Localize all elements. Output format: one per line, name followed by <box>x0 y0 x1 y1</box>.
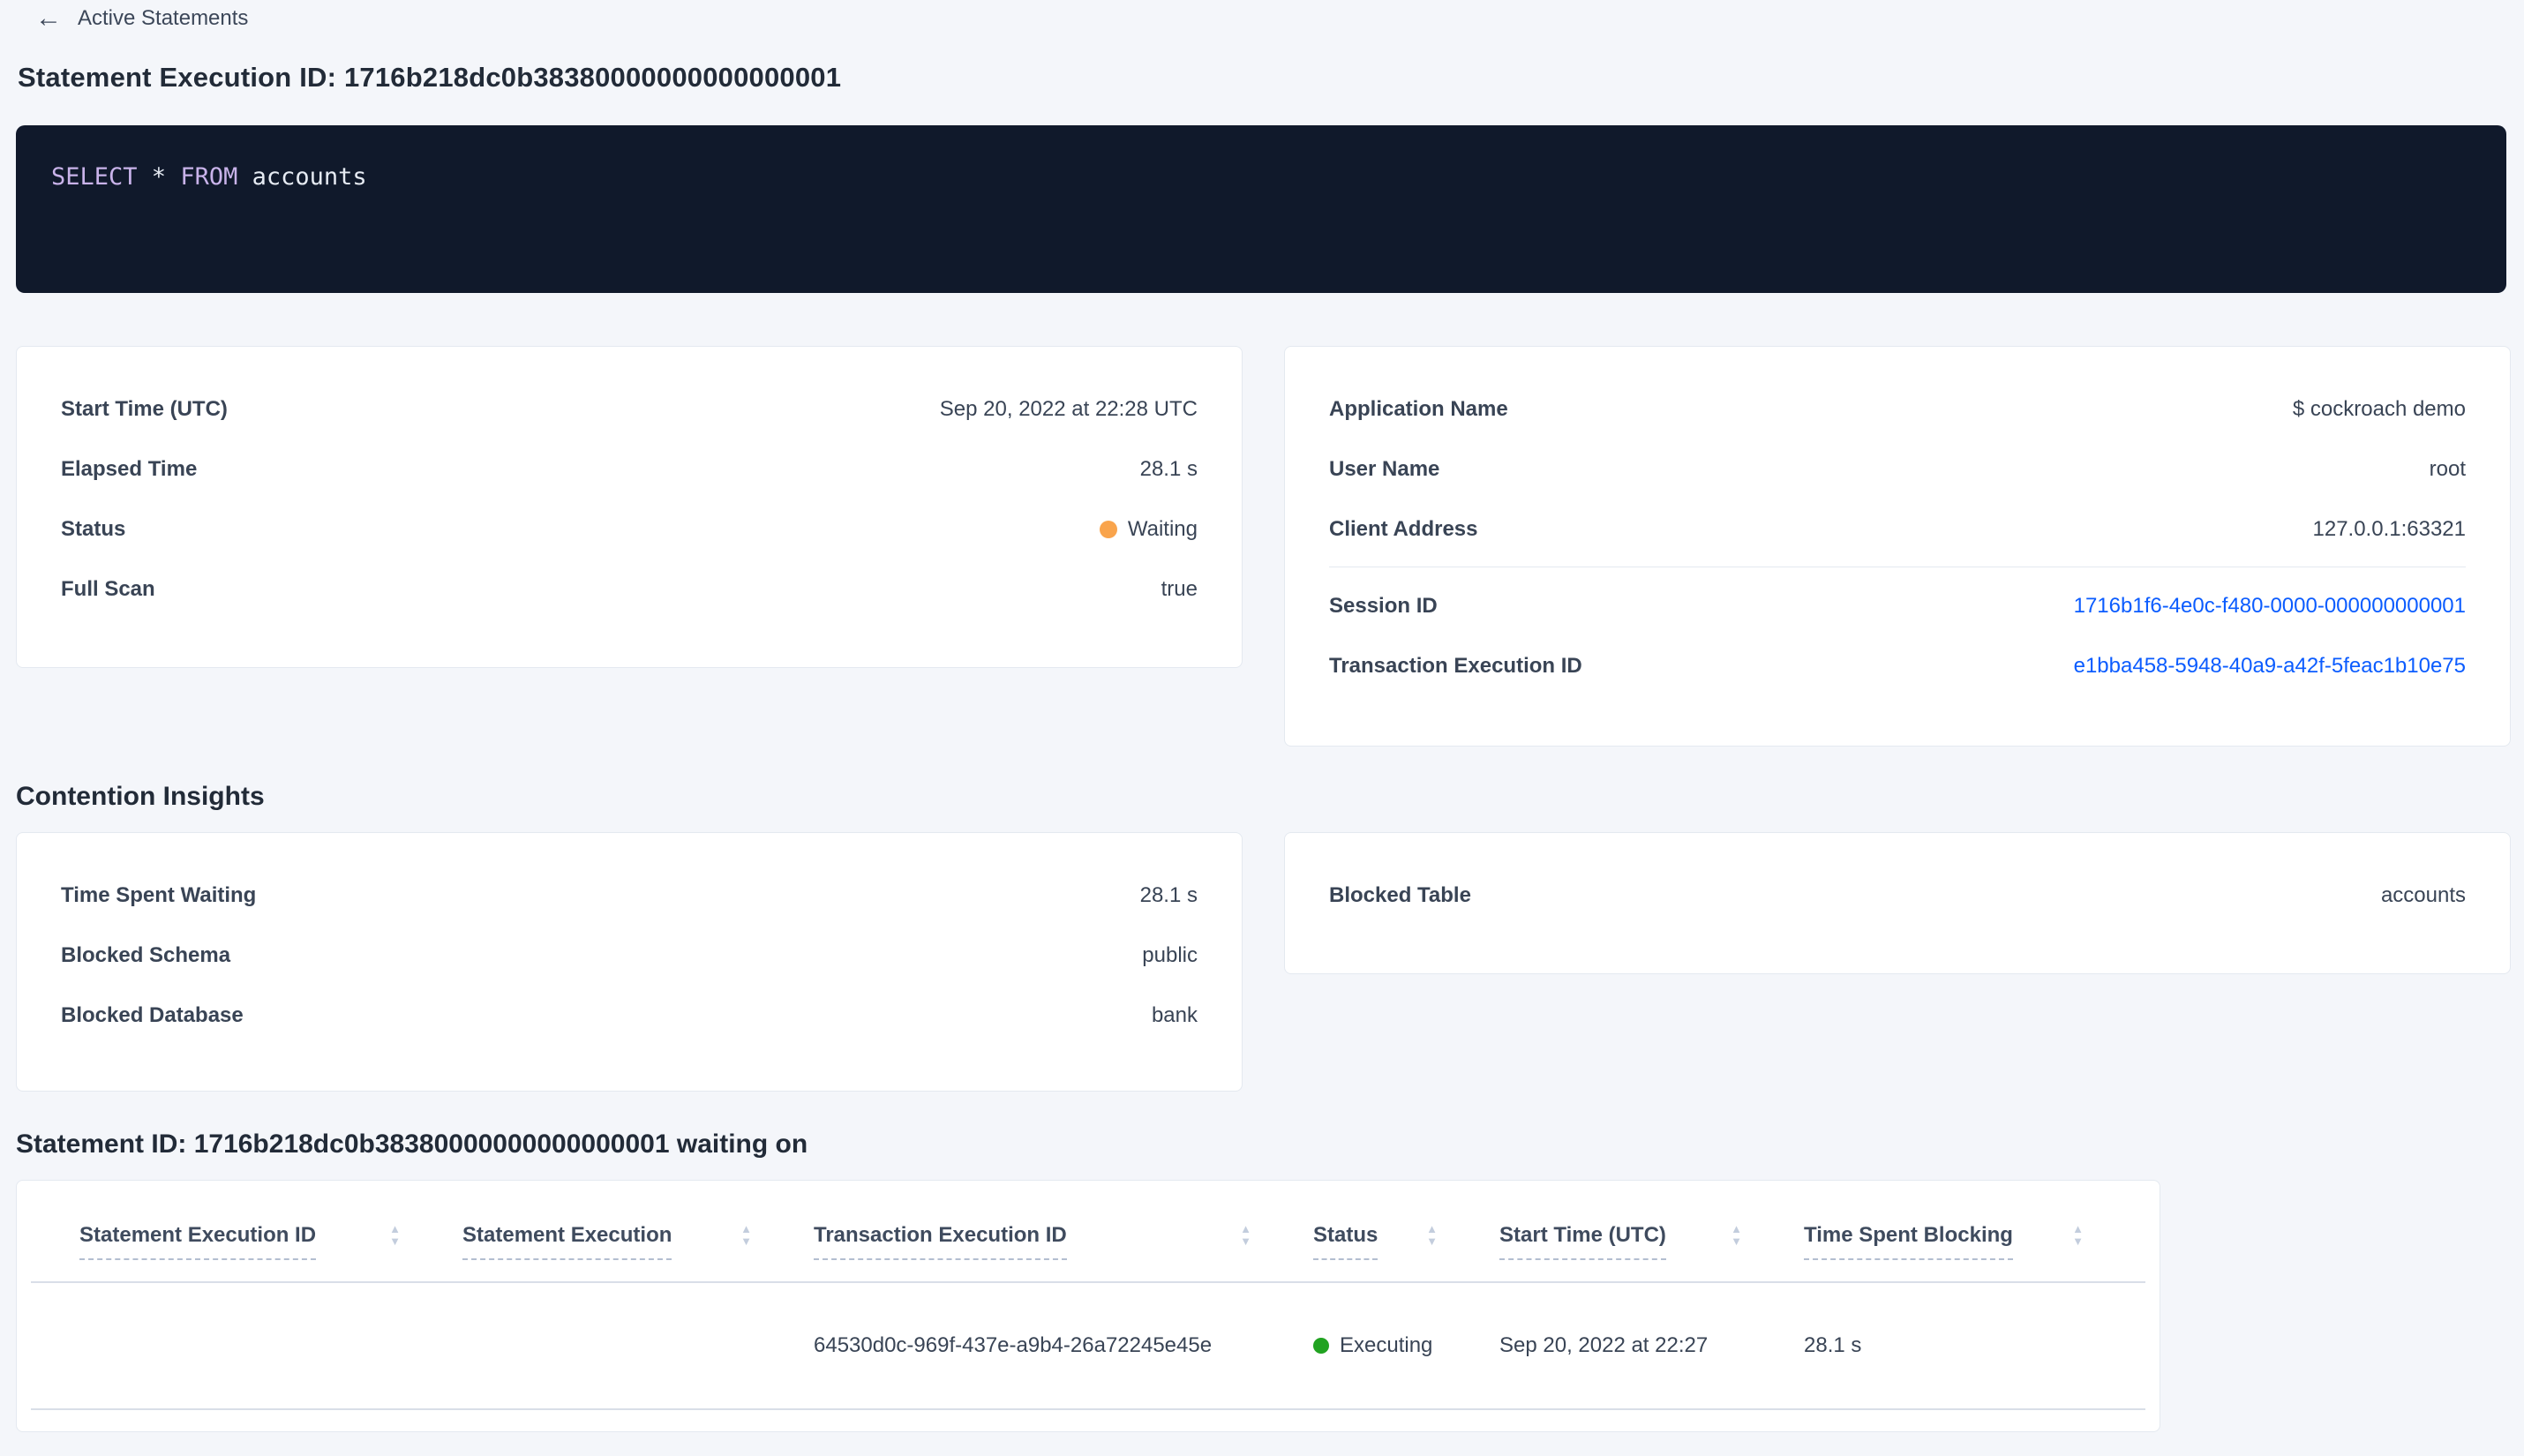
cell-start-time: Sep 20, 2022 at 22:27 <box>1499 1333 1709 1357</box>
table-row: 64530d0c-969f-437e-a9b4-26a72245e45e Exe… <box>31 1283 2145 1410</box>
sort-icon[interactable]: ▲ ▼ <box>1731 1223 1742 1247</box>
row-transaction-execution-id: Transaction Execution ID e1bba458-5948-4… <box>1329 636 2466 696</box>
row-label: Blocked Schema <box>61 943 231 967</box>
transaction-execution-id-link[interactable]: e1bba458-5948-40a9-a42f-5feac1b10e75 <box>2074 654 2466 679</box>
row-user-name: User Name root <box>1329 439 2466 499</box>
sql-text: accounts <box>237 163 367 191</box>
blocked-schema-value: public <box>1142 943 1198 967</box>
row-label: Start Time (UTC) <box>61 397 228 421</box>
breadcrumb-label: Active Statements <box>78 6 249 30</box>
application-name-value: $ cockroach demo <box>2292 397 2466 421</box>
blocked-database-value: bank <box>1151 1003 1198 1027</box>
row-label: Application Name <box>1329 397 1508 421</box>
sql-statement-text: SELECT * FROM accounts <box>51 162 2471 192</box>
session-id-link[interactable]: 1716b1f6-4e0c-f480-0000-000000000001 <box>2074 594 2466 619</box>
column-header-start-time[interactable]: Start Time (UTC) ▲ ▼ <box>1499 1223 1804 1260</box>
row-blocked-table: Blocked Table accounts <box>1329 866 2466 926</box>
sort-icon[interactable]: ▲ ▼ <box>740 1223 752 1247</box>
cell-status: Executing <box>1313 1333 1499 1358</box>
status-executing-dot-icon <box>1313 1338 1329 1354</box>
user-name-value: root <box>2429 457 2466 481</box>
sql-text: * <box>137 163 181 191</box>
contention-card: Time Spent Waiting 28.1 s Blocked Schema… <box>16 832 1243 1092</box>
cell-time-spent-blocking: 28.1 s <box>1804 1333 1862 1357</box>
sort-icon[interactable]: ▲ ▼ <box>389 1223 401 1247</box>
row-label: Status <box>61 517 126 541</box>
row-elapsed-time: Elapsed Time 28.1 s <box>61 439 1198 499</box>
row-label: Full Scan <box>61 577 155 601</box>
row-blocked-database: Blocked Database bank <box>61 986 1198 1046</box>
status-waiting-dot-icon <box>1099 521 1117 538</box>
back-arrow-icon: ← <box>35 4 62 33</box>
sql-keyword: FROM <box>180 163 238 191</box>
status-text: Executing <box>1340 1333 1433 1357</box>
column-header-statement-execution-id[interactable]: Statement Execution ID ▲ ▼ <box>79 1223 462 1260</box>
waiting-on-heading: Statement ID: 1716b218dc0b38380000000000… <box>16 1130 808 1159</box>
sort-icon[interactable]: ▲ ▼ <box>1240 1223 1251 1247</box>
blocked-table-value: accounts <box>2380 883 2466 907</box>
row-label: Session ID <box>1329 594 1438 618</box>
blocked-table-card: Blocked Table accounts <box>1284 832 2511 974</box>
waiting-on-table-card: Statement Execution ID ▲ ▼ Statement Exec… <box>16 1180 2160 1432</box>
sql-keyword: SELECT <box>51 163 138 191</box>
column-header-transaction-execution-id[interactable]: Transaction Execution ID ▲ ▼ <box>814 1223 1313 1260</box>
row-status: Status Waiting <box>61 499 1198 559</box>
row-client-address: Client Address 127.0.0.1:63321 <box>1329 499 2466 559</box>
column-header-status[interactable]: Status ▲ ▼ <box>1313 1223 1499 1260</box>
start-time-value: Sep 20, 2022 at 22:28 UTC <box>939 397 1198 421</box>
status-value: Waiting <box>1127 517 1198 541</box>
page-title: Statement Execution ID: 1716b218dc0b3838… <box>18 62 842 93</box>
row-start-time: Start Time (UTC) Sep 20, 2022 at 22:28 U… <box>61 379 1198 439</box>
table-header-row: Statement Execution ID ▲ ▼ Statement Exec… <box>31 1181 2145 1283</box>
row-blocked-schema: Blocked Schema public <box>61 926 1198 986</box>
row-label: Blocked Database <box>61 1003 244 1027</box>
column-header-statement-execution[interactable]: Statement Execution ▲ ▼ <box>462 1223 814 1260</box>
column-header-time-spent-blocking[interactable]: Time Spent Blocking ▲ ▼ <box>1804 1223 2145 1260</box>
breadcrumb-back-active-statements[interactable]: ← Active Statements <box>35 5 248 32</box>
sort-icon[interactable]: ▲ ▼ <box>2072 1223 2084 1247</box>
row-label: Blocked Table <box>1329 883 1471 907</box>
overview-card: Start Time (UTC) Sep 20, 2022 at 22:28 U… <box>16 346 1243 668</box>
row-label: Elapsed Time <box>61 457 198 481</box>
row-label: Client Address <box>1329 517 1478 541</box>
contention-insights-heading: Contention Insights <box>16 782 265 811</box>
row-full-scan: Full Scan true <box>61 559 1198 619</box>
row-label: User Name <box>1329 457 1440 481</box>
sort-icon[interactable]: ▲ ▼ <box>1426 1223 1438 1247</box>
full-scan-value: true <box>1161 577 1198 601</box>
elapsed-time-value: 28.1 s <box>1139 457 1198 481</box>
session-card: Application Name $ cockroach demo User N… <box>1284 346 2511 747</box>
client-address-value: 127.0.0.1:63321 <box>2312 517 2467 541</box>
waiting-on-table: Statement Execution ID ▲ ▼ Statement Exec… <box>31 1181 2145 1410</box>
row-label: Time Spent Waiting <box>61 883 257 907</box>
time-spent-waiting-value: 28.1 s <box>1139 883 1198 907</box>
row-time-spent-waiting: Time Spent Waiting 28.1 s <box>61 866 1198 926</box>
row-session-id: Session ID 1716b1f6-4e0c-f480-0000-00000… <box>1329 576 2466 636</box>
sql-statement-box: SELECT * FROM accounts <box>16 125 2506 293</box>
row-label: Transaction Execution ID <box>1329 654 1582 678</box>
cell-transaction-execution-id: 64530d0c-969f-437e-a9b4-26a72245e45e <box>814 1333 1213 1357</box>
status-badge: Waiting <box>1099 517 1198 542</box>
row-application-name: Application Name $ cockroach demo <box>1329 379 2466 439</box>
